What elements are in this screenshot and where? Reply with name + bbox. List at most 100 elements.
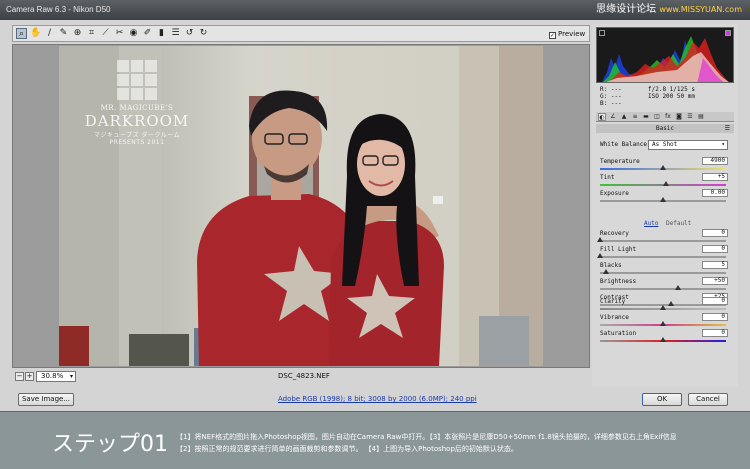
slider-thumb[interactable] xyxy=(660,197,666,202)
tab-effects-icon[interactable]: fx xyxy=(664,113,672,121)
slider-thumb[interactable] xyxy=(660,337,666,342)
crop-icon[interactable]: ⌗ xyxy=(86,28,97,39)
slider-label: Vibrance xyxy=(600,314,629,321)
tab-presets-icon[interactable]: ☰ xyxy=(686,113,694,121)
preview-checkbox[interactable]: ✓ Preview xyxy=(549,28,589,40)
graduated-filter-icon[interactable]: ▮ xyxy=(156,28,167,39)
slider-value-field[interactable]: 0 xyxy=(702,313,728,321)
slider-recovery[interactable]: Recovery 0 xyxy=(597,229,732,246)
adjustment-brush-icon[interactable]: ✐ xyxy=(142,28,153,39)
slider-label: Brightness xyxy=(600,278,637,285)
preview-check-icon[interactable]: ✓ xyxy=(549,32,556,39)
rotate-cw-icon[interactable]: ↻ xyxy=(198,28,209,39)
section-basic-header: Basic ☰ xyxy=(596,124,734,133)
highlight-clipping-icon[interactable] xyxy=(725,30,731,36)
tab-basic-icon[interactable]: ◐ xyxy=(598,113,606,121)
workflow-options-link[interactable]: Adobe RGB (1998); 8 bit; 3008 by 2000 (6… xyxy=(278,395,477,403)
slider-thumb[interactable] xyxy=(597,253,603,258)
caption-line-2: 【2】按照正常的规范要求进行简单的画面裁剪和参数调节。 【4】上图为导入Phot… xyxy=(176,445,518,453)
white-balance-select[interactable]: As Shot ▾ xyxy=(648,140,728,150)
slider-thumb[interactable] xyxy=(660,305,666,310)
slider-thumb[interactable] xyxy=(660,321,666,326)
tab-lens-icon[interactable]: ◫ xyxy=(653,113,661,121)
logo-japanese: マジキューブズ ダークルーム xyxy=(93,132,181,139)
slider-saturation[interactable]: Saturation 0 xyxy=(600,329,732,346)
slider-thumb[interactable] xyxy=(660,165,666,170)
slider-clarity[interactable]: Clarity 0 xyxy=(600,297,732,314)
zoom-out-button[interactable]: − xyxy=(15,372,24,381)
watermark: 思缘设计论坛 www.MISSYUAN.com xyxy=(596,3,742,17)
shadow-clipping-icon[interactable] xyxy=(599,30,605,36)
aperture-shutter: f/2.8 1/125 s xyxy=(648,86,695,93)
white-balance-label: White Balance: xyxy=(600,141,651,148)
histogram xyxy=(596,27,734,83)
rotate-ccw-icon[interactable]: ↺ xyxy=(184,28,195,39)
cancel-button[interactable]: Cancel xyxy=(688,393,728,406)
tab-snapshots-icon[interactable]: ▤ xyxy=(697,113,705,121)
color-sampler-icon[interactable]: ✎ xyxy=(58,28,69,39)
slider-value-field[interactable]: 0 xyxy=(702,245,728,253)
zoom-icon[interactable]: ⌕ xyxy=(16,28,27,39)
camera-raw-window: Camera Raw 6.3 - Nikon D50 思缘设计论坛 www.MI… xyxy=(0,0,750,412)
watermark-site: www.MISSYUAN.com xyxy=(659,5,742,14)
slider-thumb[interactable] xyxy=(662,181,669,186)
photo-preview: MR. MAGICUBE'S DARKROOM マジキューブズ ダークルーム P… xyxy=(59,46,543,366)
zoom-caret-icon[interactable]: ▾ xyxy=(70,373,73,380)
straighten-icon[interactable]: ⟋ xyxy=(100,28,111,39)
preferences-icon[interactable]: ☰ xyxy=(170,28,181,39)
histogram-graph xyxy=(602,36,729,82)
slider-track[interactable] xyxy=(600,240,726,242)
tab-split-toning-icon[interactable]: ▬ xyxy=(642,113,650,121)
logo-subtitle: MR. MAGICUBE'S xyxy=(100,104,174,112)
target-adjust-icon[interactable]: ⊕ xyxy=(72,28,83,39)
slider-value-field[interactable]: 4900 xyxy=(702,157,728,165)
iso-lens: ISO 200 50 mm xyxy=(648,93,695,100)
slider-thumb[interactable] xyxy=(603,269,610,274)
window-title: Camera Raw 6.3 - Nikon D50 xyxy=(6,5,111,14)
slider-temperature[interactable]: Temperature 4900 xyxy=(600,157,732,174)
slider-fill-light[interactable]: Fill Light 0 xyxy=(597,245,732,262)
save-image-button[interactable]: Save Image... xyxy=(18,393,74,406)
tab-tone-curve-icon[interactable]: ∠ xyxy=(609,113,617,121)
slider-track[interactable] xyxy=(600,288,726,290)
blue-readout: B: --- xyxy=(600,100,622,107)
slider-label: Saturation xyxy=(600,330,637,337)
image-canvas[interactable]: MR. MAGICUBE'S DARKROOM マジキューブズ ダークルーム P… xyxy=(12,44,590,368)
zoom-level-value: 30.8% xyxy=(41,372,64,380)
hand-icon[interactable]: ✋ xyxy=(30,28,41,39)
slider-track[interactable] xyxy=(600,272,726,274)
white-balance-icon[interactable]: ∕ xyxy=(44,28,55,39)
slider-vibrance[interactable]: Vibrance 0 xyxy=(600,313,732,330)
slider-brightness[interactable]: Brightness +50 xyxy=(600,277,732,294)
exif-info: R: --- G: --- B: --- f/2.8 1/125 s ISO 2… xyxy=(596,86,734,108)
slider-value-field[interactable]: 0 xyxy=(702,229,728,237)
red-eye-icon[interactable]: ◉ xyxy=(128,28,139,39)
watermark-text: 思缘设计论坛 xyxy=(596,4,657,15)
tab-hsl-icon[interactable]: ≡ xyxy=(631,113,639,121)
auto-link[interactable]: Auto xyxy=(644,220,658,227)
zoom-in-button[interactable]: + xyxy=(25,372,34,381)
logo-title: DARKROOM xyxy=(84,112,190,130)
slider-value-field[interactable]: 0.00 xyxy=(702,189,728,197)
tutorial-caption: ステップ01 【1】将NEF格式的图片拖入Photoshop视图，图片自动在Ca… xyxy=(0,412,750,469)
darkroom-logo: MR. MAGICUBE'S DARKROOM マジキューブズ ダークルーム P… xyxy=(77,60,197,146)
spot-removal-icon[interactable]: ✂ xyxy=(114,28,125,39)
green-readout: G: --- xyxy=(600,93,622,100)
slider-tint[interactable]: Tint +5 xyxy=(600,173,732,190)
slider-value-field[interactable]: 0 xyxy=(702,297,728,305)
slider-value-field[interactable]: 5 xyxy=(702,261,728,269)
slider-value-field[interactable]: 0 xyxy=(702,329,728,337)
slider-exposure[interactable]: Exposure 0.00 xyxy=(600,189,732,206)
tab-detail-icon[interactable]: ▲ xyxy=(620,113,628,121)
slider-blacks[interactable]: Blacks 5 xyxy=(600,261,732,278)
default-link[interactable]: Default xyxy=(666,220,691,227)
slider-label: Blacks xyxy=(600,262,622,269)
tab-camera-calibration-icon[interactable]: ◙ xyxy=(675,113,683,121)
slider-value-field[interactable]: +50 xyxy=(702,277,728,285)
slider-thumb[interactable] xyxy=(675,285,682,290)
section-menu-icon[interactable]: ☰ xyxy=(725,124,730,133)
slider-track[interactable] xyxy=(600,256,726,258)
slider-value-field[interactable]: +5 xyxy=(702,173,728,181)
ok-button[interactable]: OK xyxy=(642,393,682,406)
slider-thumb[interactable] xyxy=(597,237,603,242)
